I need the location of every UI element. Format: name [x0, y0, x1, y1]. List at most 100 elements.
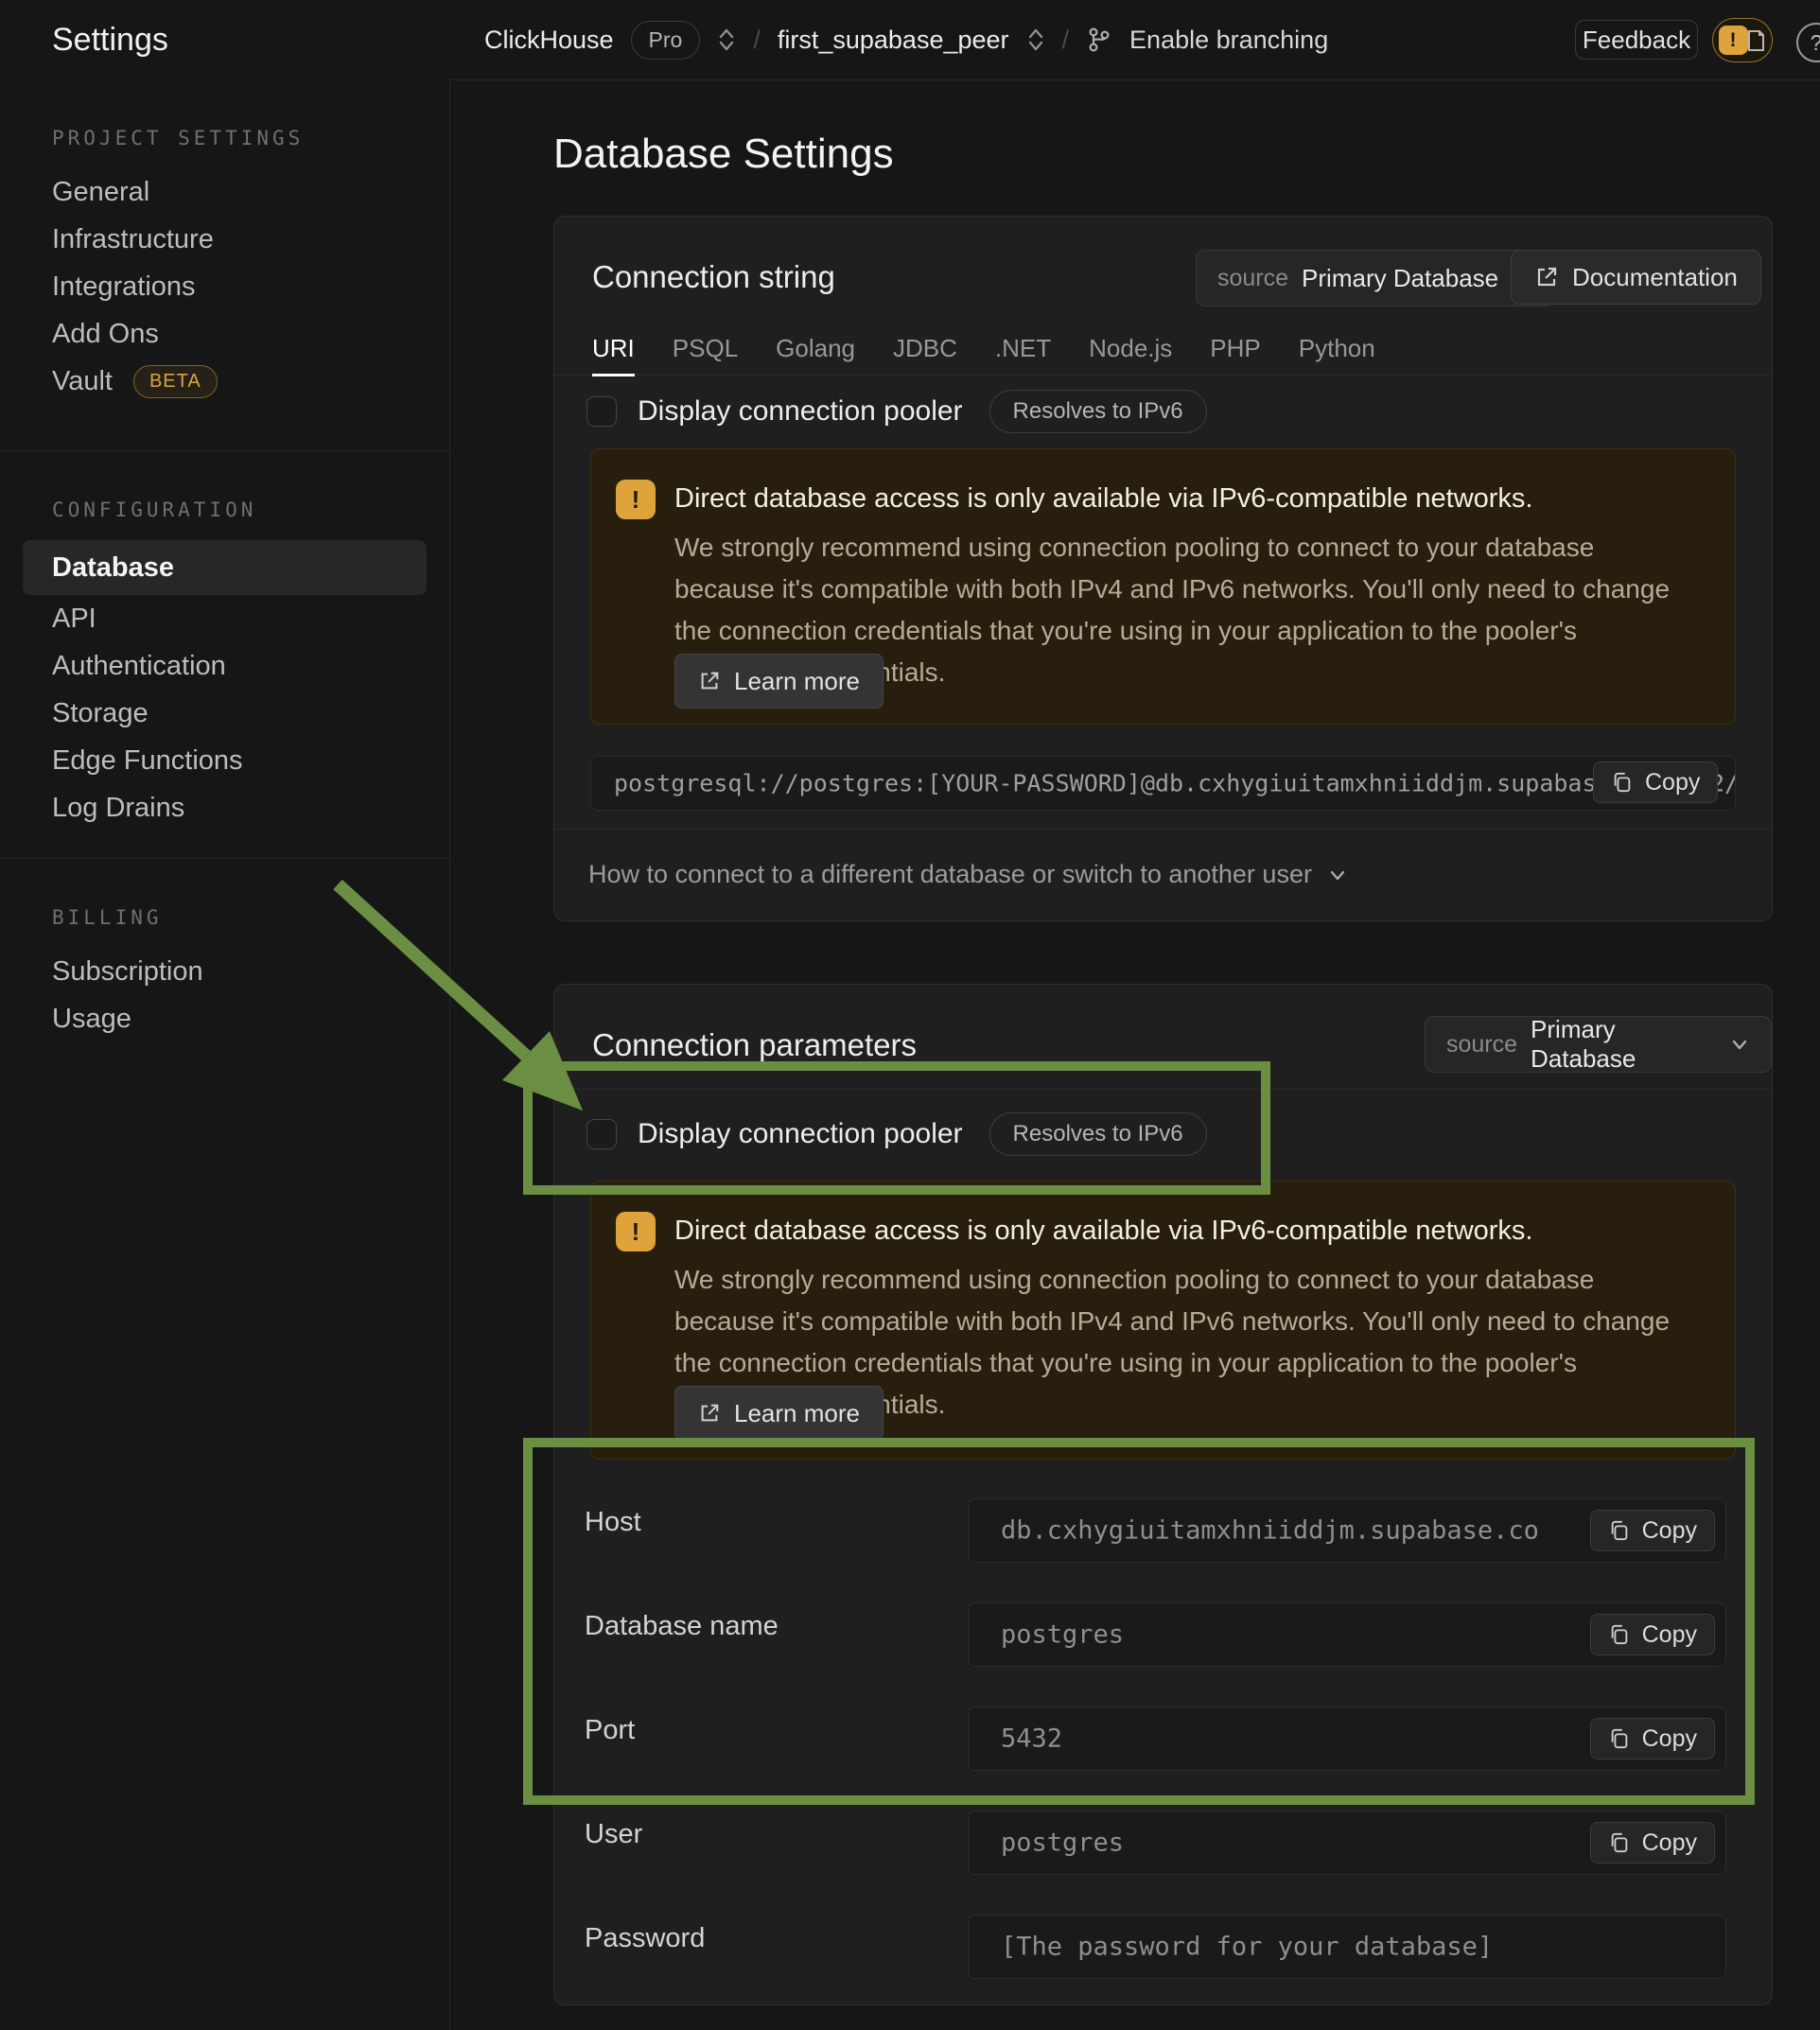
external-link-icon	[698, 670, 721, 692]
sidebar-item-infrastructure[interactable]: Infrastructure	[0, 216, 449, 263]
section-heading-configuration: CONFIGURATION	[52, 497, 449, 523]
sidebar-item-database[interactable]: Database	[23, 540, 427, 595]
copy-icon	[1608, 1831, 1631, 1854]
sidebar-item-vault[interactable]: Vault BETA	[0, 358, 449, 405]
tab-dotnet[interactable]: .NET	[995, 323, 1051, 376]
sidebar-item-general[interactable]: General	[0, 168, 449, 216]
breadcrumb-project[interactable]: first_supabase_peer	[778, 26, 1009, 55]
source-select-value: Primary Database	[1302, 264, 1498, 293]
chevrons-updown-icon[interactable]	[1026, 26, 1045, 54]
tab-nodejs[interactable]: Node.js	[1089, 323, 1172, 376]
resolves-ipv6-badge: Resolves to IPv6	[989, 390, 1207, 433]
copy-icon	[1608, 1519, 1631, 1542]
sidebar-item-usage[interactable]: Usage	[0, 995, 449, 1042]
breadcrumb-org[interactable]: ClickHouse	[484, 26, 614, 55]
breadcrumb: ClickHouse Pro / first_supabase_peer / E…	[484, 0, 1328, 79]
sidebar-item-log-drains[interactable]: Log Drains	[0, 784, 449, 831]
sidebar-item-storage[interactable]: Storage	[0, 690, 449, 737]
tab-uri[interactable]: URI	[592, 323, 635, 376]
tab-jdbc[interactable]: JDBC	[893, 323, 957, 376]
documentation-label: Documentation	[1572, 263, 1738, 292]
card-title: Connection string	[592, 259, 835, 295]
tab-psql[interactable]: PSQL	[673, 323, 738, 376]
page-header-title: Settings	[52, 0, 168, 79]
sidebar-item-authentication[interactable]: Authentication	[0, 642, 449, 690]
pooler-label: Display connection pooler	[638, 1118, 963, 1150]
warning-title: Direct database access is only available…	[674, 483, 1532, 515]
sidebar-item-integrations[interactable]: Integrations	[0, 263, 449, 310]
source-select-prefix: source	[1217, 265, 1288, 292]
resolves-ipv6-badge: Resolves to IPv6	[989, 1112, 1207, 1156]
learn-more-button[interactable]: Learn more	[674, 654, 884, 709]
source-select-prefix: source	[1446, 1031, 1517, 1059]
user-input[interactable]: postgres Copy	[968, 1811, 1726, 1875]
password-input[interactable]: [The password for your database]	[968, 1915, 1726, 1979]
copy-icon	[1608, 1727, 1631, 1750]
external-link-icon	[1534, 265, 1559, 289]
database-name-input[interactable]: postgres Copy	[968, 1602, 1726, 1667]
field-label-port: Port	[585, 1715, 635, 1746]
source-select-value: Primary Database	[1531, 1015, 1716, 1074]
host-value: db.cxhygiuitamxhniiddjm.supabase.co	[1001, 1516, 1539, 1546]
copy-button[interactable]: Copy	[1590, 1510, 1715, 1551]
chevrons-updown-icon[interactable]	[717, 26, 736, 54]
connection-uri-value: postgresql://postgres:[YOUR-PASSWORD]@db…	[614, 770, 1736, 797]
tab-php[interactable]: PHP	[1210, 323, 1260, 376]
section-heading-project-settings: PROJECT SETTINGS	[52, 125, 449, 151]
copy-label: Copy	[1645, 769, 1700, 796]
git-branch-icon	[1086, 26, 1112, 54]
chevron-down-icon	[1327, 865, 1348, 885]
alert-icon: !	[616, 480, 656, 519]
copy-icon	[1611, 771, 1634, 794]
ipv6-warning-box: ! Direct database access is only availab…	[590, 448, 1736, 725]
sidebar-item-api[interactable]: API	[0, 595, 449, 642]
port-input[interactable]: 5432 Copy	[968, 1706, 1726, 1771]
settings-page: Settings ClickHouse Pro / first_supabase…	[0, 0, 1820, 2030]
breadcrumb-separator: /	[753, 26, 761, 55]
sidebar-item-edge-functions[interactable]: Edge Functions	[0, 737, 449, 784]
enable-branching-link[interactable]: Enable branching	[1129, 26, 1328, 55]
tab-golang[interactable]: Golang	[776, 323, 855, 376]
tab-python[interactable]: Python	[1299, 323, 1375, 376]
copy-button[interactable]: Copy	[1590, 1822, 1715, 1864]
connection-uri-box: postgresql://postgres:[YOUR-PASSWORD]@db…	[590, 756, 1736, 811]
display-connection-pooler-checkbox[interactable]	[586, 396, 617, 427]
field-label-database-name: Database name	[585, 1611, 779, 1642]
learn-more-button[interactable]: Learn more	[674, 1386, 884, 1441]
connection-string-card: Connection string source Primary Databas…	[553, 216, 1773, 921]
feedback-button[interactable]: Feedback	[1575, 20, 1698, 60]
section-heading-billing: BILLING	[52, 904, 449, 931]
copy-button[interactable]: Copy	[1590, 1614, 1715, 1655]
card-title: Connection parameters	[592, 1027, 917, 1063]
plan-badge: Pro	[631, 21, 701, 60]
documentation-button[interactable]: Documentation	[1511, 250, 1761, 305]
beta-badge: BETA	[133, 365, 218, 398]
user-value: postgres	[1001, 1829, 1124, 1858]
chevron-down-icon	[1729, 1034, 1750, 1055]
source-select[interactable]: source Primary Database	[1196, 250, 1554, 306]
breadcrumb-separator: /	[1062, 26, 1070, 55]
database-name-value: postgres	[1001, 1620, 1124, 1650]
pooler-label: Display connection pooler	[638, 395, 963, 428]
settings-sidebar: PROJECT SETTINGS General Infrastructure …	[0, 79, 450, 2030]
display-connection-pooler-checkbox[interactable]	[586, 1119, 617, 1149]
source-select[interactable]: source Primary Database	[1425, 1016, 1772, 1073]
card-header-divider	[554, 1089, 1772, 1090]
copy-label: Copy	[1642, 1829, 1697, 1857]
warning-badge-icon: !	[1719, 26, 1748, 55]
host-input[interactable]: db.cxhygiuitamxhniiddjm.supabase.co Copy	[968, 1498, 1726, 1563]
sidebar-divider	[0, 858, 449, 859]
connect-help-label: How to connect to a different database o…	[588, 860, 1312, 889]
sidebar-divider	[0, 450, 449, 451]
alert-icon: !	[616, 1212, 656, 1251]
copy-button[interactable]: Copy	[1593, 761, 1718, 803]
pooler-toggle-row: Display connection pooler Resolves to IP…	[586, 1108, 1207, 1161]
copy-button[interactable]: Copy	[1590, 1718, 1715, 1759]
copy-label: Copy	[1642, 1725, 1697, 1753]
sidebar-item-add-ons[interactable]: Add Ons	[0, 310, 449, 358]
copy-label: Copy	[1642, 1517, 1697, 1545]
sidebar-item-subscription[interactable]: Subscription	[0, 948, 449, 995]
notification-indicator[interactable]: !	[1712, 18, 1773, 62]
password-placeholder: [The password for your database]	[1001, 1933, 1493, 1962]
connect-help-expander[interactable]: How to connect to a different database o…	[588, 829, 1348, 920]
